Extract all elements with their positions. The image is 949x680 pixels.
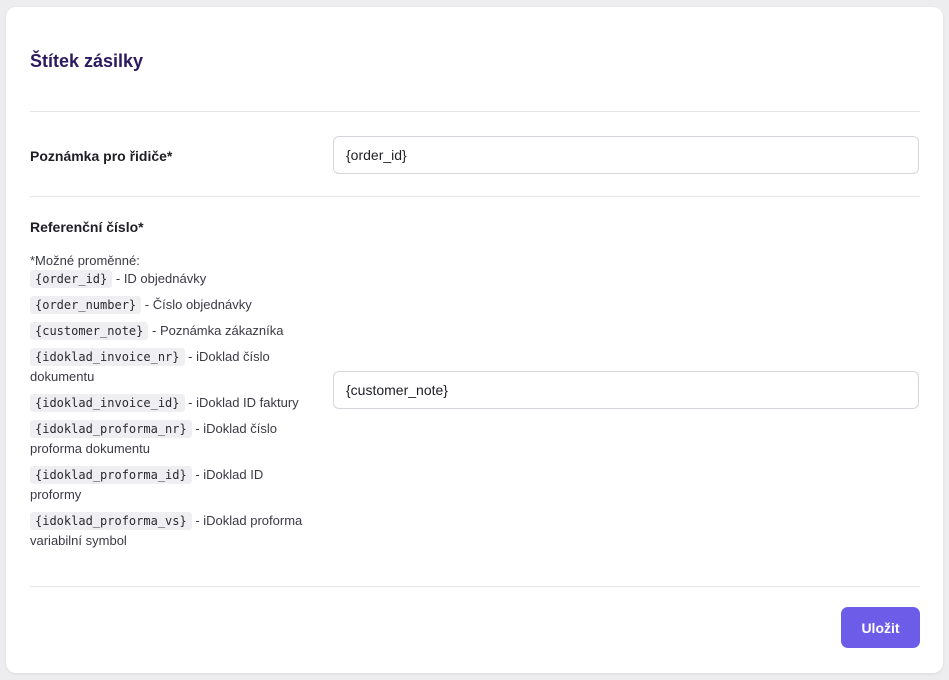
variable-desc: - Poznámka zákazníka [152,323,284,338]
card-title: Štítek zásilky [30,51,144,71]
variable-code: {idoklad_invoice_nr} [30,348,185,366]
divider [30,586,920,587]
variable-item: {customer_note} - Poznámka zákazníka [30,321,315,341]
variable-item: {idoklad_proforma_nr} - iDoklad číslo pr… [30,419,315,459]
variable-desc: - iDoklad ID faktury [188,395,299,410]
variables-help-intro: *Možné proměnné: [30,253,140,268]
reference-number-input[interactable] [333,371,919,409]
variable-item: {idoklad_proforma_vs} - iDoklad proforma… [30,511,315,551]
variable-item: {order_number} - Číslo objednávky [30,295,315,315]
variable-code: {idoklad_proforma_id} [30,466,192,484]
reference-number-label: Referenční číslo* [30,219,144,235]
variable-desc: - ID objednávky [115,271,207,286]
variables-help: *Možné proměnné: {order_id} - ID objedná… [30,251,315,551]
settings-card: Štítek zásilky Poznámka pro řidiče* Refe… [6,7,943,673]
variable-item: {idoklad_proforma_id} - iDoklad ID profo… [30,465,315,505]
driver-note-label: Poznámka pro řidiče* [30,148,173,164]
variable-item: {order_id} - ID objednávky [30,269,315,289]
variable-code: {order_id} [30,270,113,288]
variable-code: {order_number} [30,296,142,314]
variable-item: {idoklad_invoice_nr} - iDoklad číslo dok… [30,347,315,387]
save-button[interactable]: Uložit [841,607,920,648]
variable-code: {idoklad_proforma_vs} [30,512,192,530]
variable-item: {idoklad_invoice_id} - iDoklad ID faktur… [30,393,315,413]
driver-note-input[interactable] [333,136,919,174]
variable-code: {idoklad_invoice_id} [30,394,185,412]
divider [30,196,920,197]
variable-code: {idoklad_proforma_nr} [30,420,192,438]
variable-code: {customer_note} [30,322,149,340]
divider [30,111,920,112]
variable-desc: - Číslo objednávky [144,297,252,312]
